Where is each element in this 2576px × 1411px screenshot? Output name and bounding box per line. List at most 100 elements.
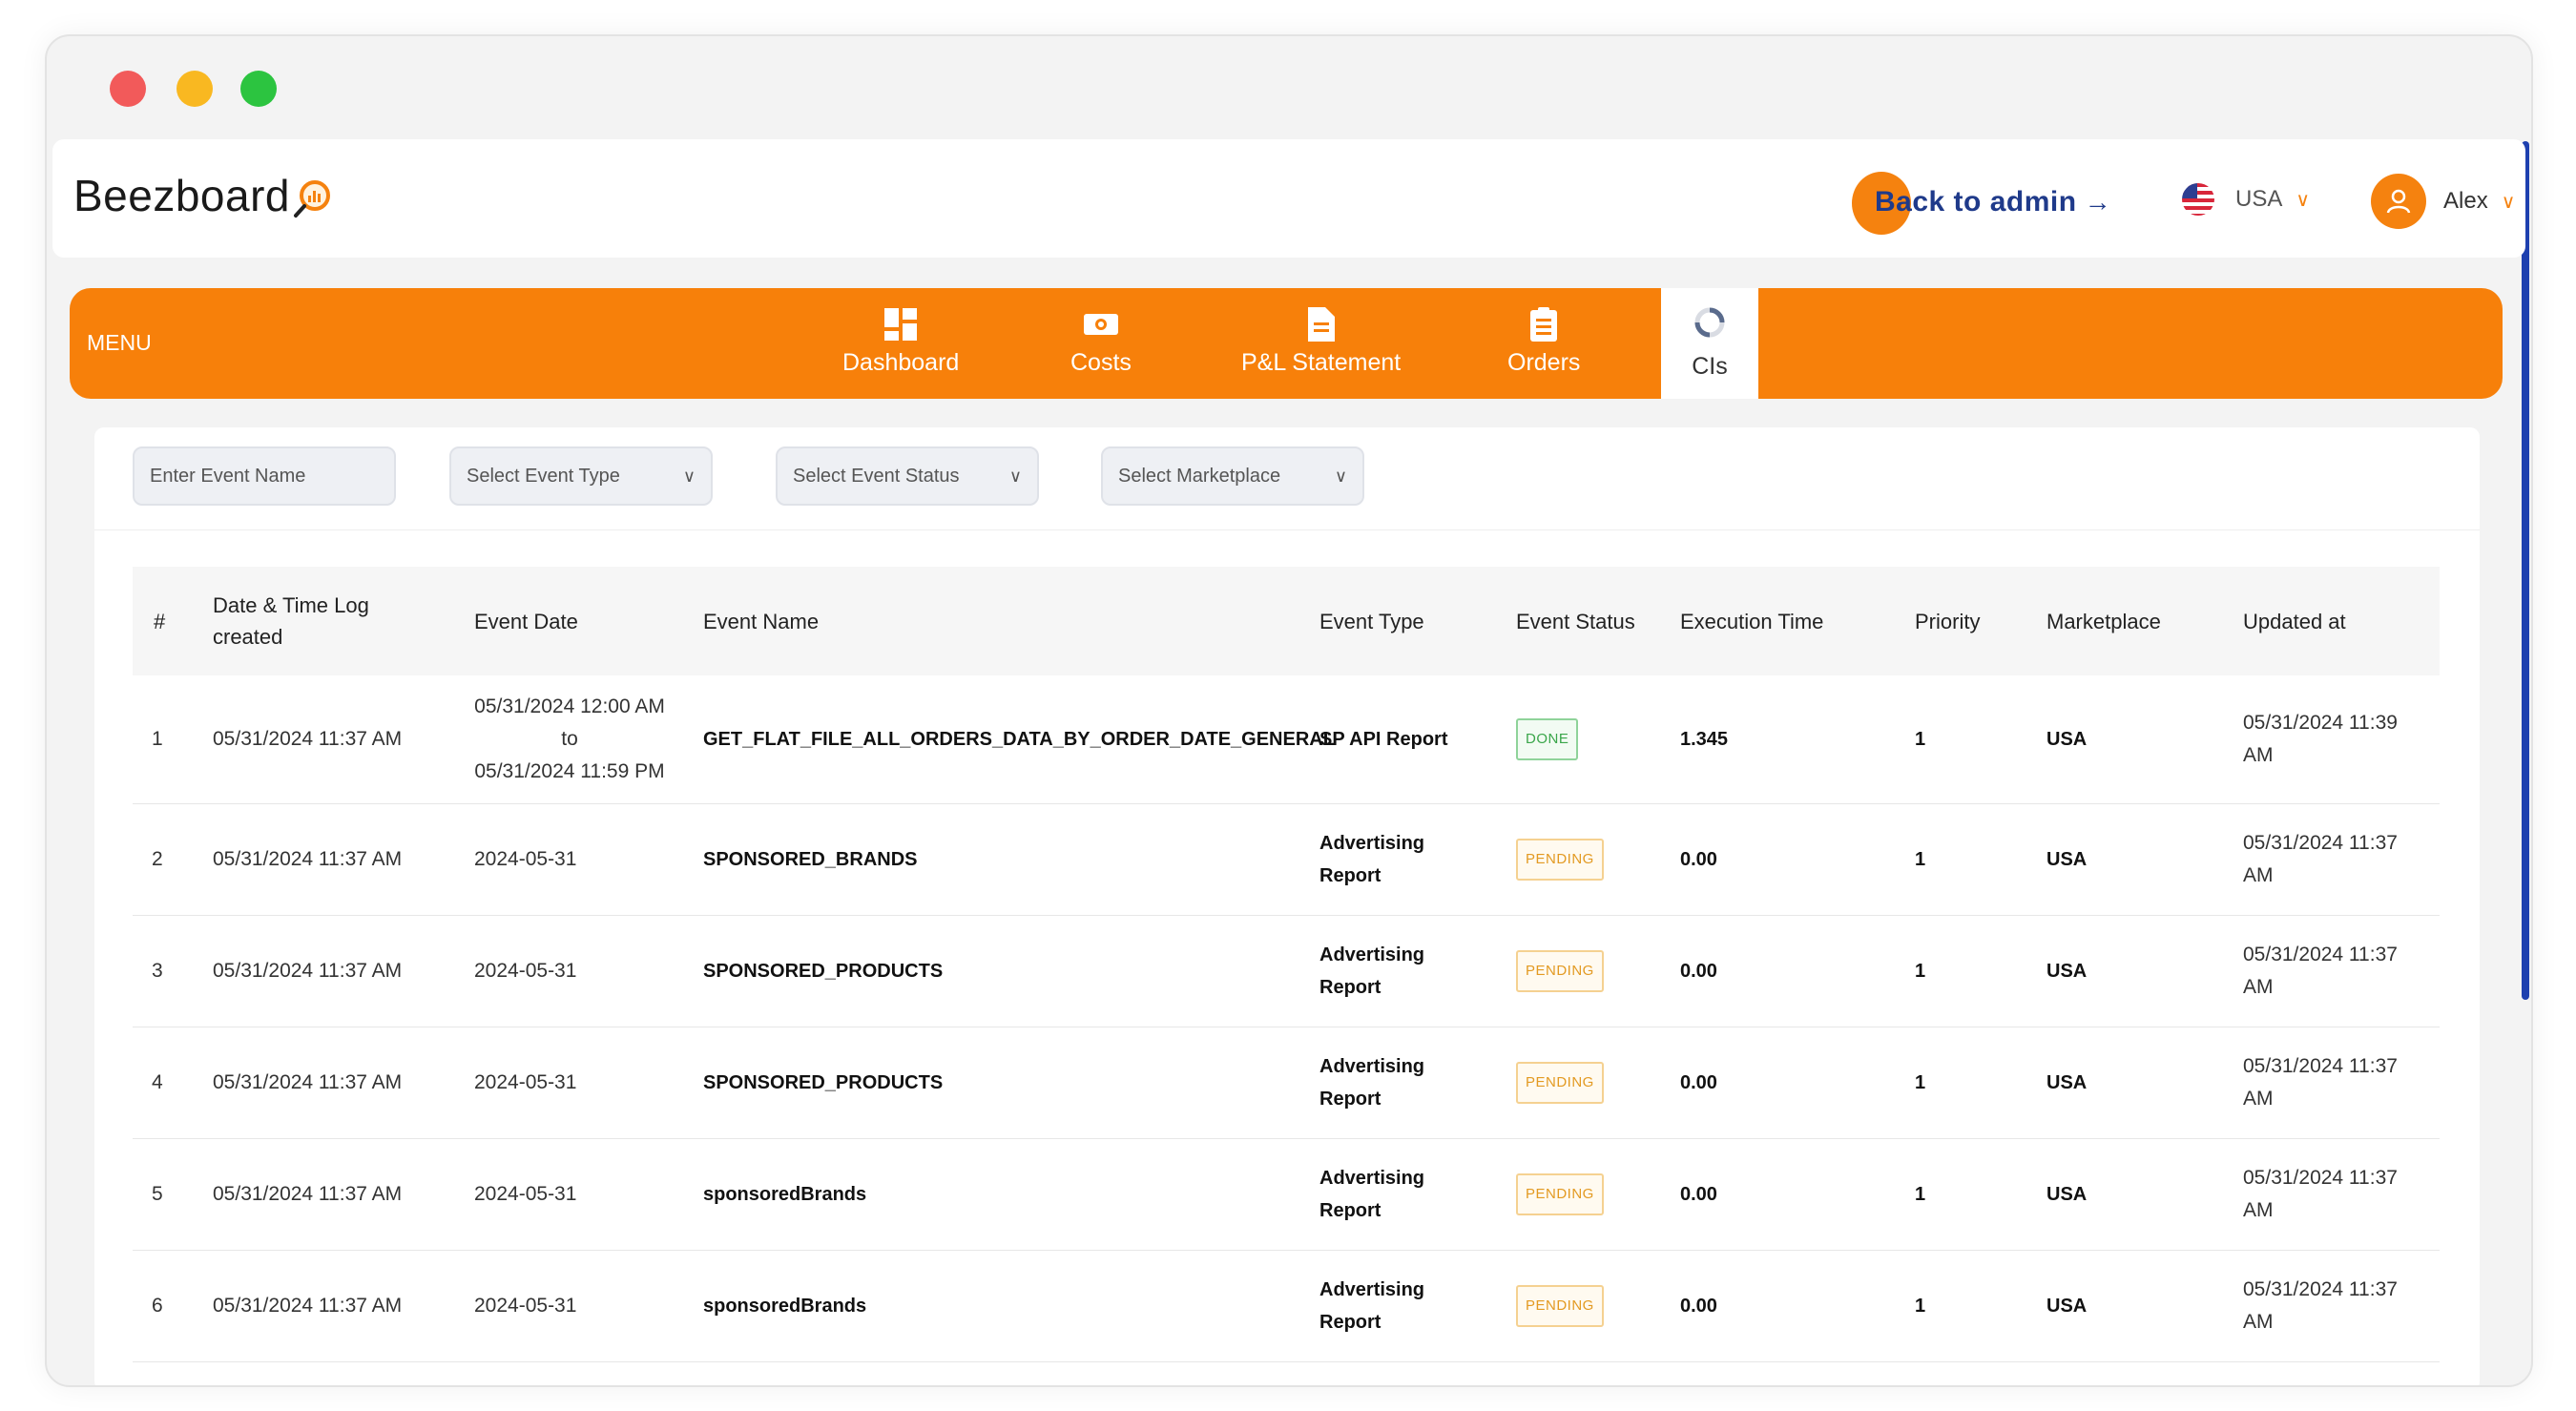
nav-pl-statement[interactable]: P&L Statement	[1241, 305, 1401, 377]
event-type-cell: SP API Report	[1319, 728, 1448, 750]
event-type-cell: Advertising Report	[1300, 915, 1497, 1027]
marketplace-select[interactable]: Select Marketplace ∨	[1101, 446, 1364, 506]
event-name-filter[interactable]	[133, 446, 396, 506]
event-type-cell: Advertising Report	[1300, 1250, 1497, 1361]
events-panel: Select Event Type ∨ Select Event Status …	[94, 427, 2480, 1385]
event-name-input[interactable]	[150, 465, 379, 488]
event-name-cell: SPONSORED_PRODUCTS	[703, 1071, 944, 1093]
nav-costs[interactable]: Costs	[1070, 305, 1132, 377]
event-type-line: Report	[1319, 1088, 1381, 1110]
event-status-cell: PENDING	[1497, 803, 1661, 915]
log-created-cell: 05/31/2024 11:37 AM	[213, 727, 403, 750]
event-type-select[interactable]: Select Event Type ∨	[449, 446, 713, 506]
event-type-line: Advertising	[1319, 1278, 1425, 1300]
updated-at-cell: 05/31/2024 11:39 AM	[2243, 711, 2398, 766]
row-number: 3	[152, 959, 163, 982]
chevron-down-icon: ∨	[2501, 191, 2516, 213]
status-badge: PENDING	[1516, 1061, 1604, 1104]
arrow-right-icon: →	[2084, 187, 2111, 217]
priority-cell: 1	[1915, 960, 1926, 982]
column-header-updated-at[interactable]: Updated at	[2224, 567, 2440, 675]
minimize-window-button[interactable]	[177, 71, 213, 107]
table-row[interactable]: 6 05/31/2024 11:37 AM 2024-05-31 sponsor…	[133, 1250, 2440, 1361]
event-status-cell: DONE	[1497, 675, 1661, 803]
event-date-to: to	[561, 727, 578, 750]
marketplace-select-label: Select Marketplace	[1118, 465, 1281, 487]
execution-time-cell: 0.00	[1680, 960, 1717, 982]
back-to-admin-button[interactable]: Back to admin →	[1852, 172, 2111, 235]
column-header-execution-time[interactable]: Execution Time	[1661, 567, 1896, 675]
marketplace-cell: USA	[2046, 1183, 2088, 1205]
back-to-admin-label: Back to admin	[1875, 186, 2077, 218]
row-number: 6	[152, 1294, 163, 1317]
event-date-cell: 2024-05-31	[474, 959, 577, 982]
column-header-log-created[interactable]: Date & Time Log created	[194, 567, 455, 675]
top-header: Beezboard Back to admin → USA ∨ Alex ∨	[52, 139, 2525, 258]
maximize-window-button[interactable]	[240, 71, 277, 107]
country-selector[interactable]: USA ∨	[2182, 183, 2310, 216]
status-badge: PENDING	[1516, 838, 1604, 881]
app-logo[interactable]: Beezboard	[73, 170, 334, 221]
column-header-event-name[interactable]: Event Name	[684, 567, 1300, 675]
user-menu[interactable]: Alex ∨	[2371, 174, 2515, 229]
column-header-event-date[interactable]: Event Date	[455, 567, 684, 675]
nav-dashboard[interactable]: Dashboard	[842, 305, 959, 377]
priority-cell: 1	[1915, 728, 1926, 750]
execution-time-cell: 0.00	[1680, 1183, 1717, 1205]
table-row[interactable]: 2 05/31/2024 11:37 AM 2024-05-31 SPONSOR…	[133, 803, 2440, 915]
menu-label[interactable]: MENU	[87, 330, 152, 356]
nav-cis[interactable]: CIs	[1661, 288, 1758, 399]
spinner-icon	[1693, 306, 1726, 345]
magnifier-chart-icon	[294, 180, 330, 218]
table-row[interactable]: 1 05/31/2024 11:37 AM 05/31/2024 12:00 A…	[133, 675, 2440, 803]
status-badge: PENDING	[1516, 949, 1604, 992]
table-row[interactable]: 4 05/31/2024 11:37 AM 2024-05-31 SPONSOR…	[133, 1027, 2440, 1138]
logo-text: Beezboard	[73, 171, 290, 220]
event-type-line: Advertising	[1319, 944, 1425, 965]
column-header-event-type[interactable]: Event Type	[1300, 567, 1497, 675]
country-label: USA	[2235, 186, 2283, 212]
event-status-select[interactable]: Select Event Status ∨	[776, 446, 1039, 506]
nav-pl-statement-label: P&L Statement	[1241, 349, 1402, 376]
nav-orders-label: Orders	[1507, 349, 1581, 376]
event-type-cell: Advertising Report	[1300, 1138, 1497, 1250]
priority-cell: 1	[1915, 1295, 1926, 1317]
updated-at-cell: 05/31/2024 11:37 AM	[2243, 1277, 2398, 1333]
execution-time-cell: 1.345	[1680, 728, 1729, 750]
nav-cis-label: CIs	[1692, 353, 1728, 380]
nav-dashboard-label: Dashboard	[842, 349, 960, 376]
priority-cell: 1	[1915, 1183, 1926, 1205]
close-window-button[interactable]	[110, 71, 146, 107]
status-badge: PENDING	[1516, 1172, 1604, 1215]
event-type-cell: Advertising Report	[1300, 803, 1497, 915]
event-type-line: Report	[1319, 976, 1381, 998]
event-status-cell: PENDING	[1497, 915, 1661, 1027]
updated-at-cell: 05/31/2024 11:37 AM	[2243, 831, 2398, 886]
execution-time-cell: 0.00	[1680, 1295, 1717, 1317]
event-date-start: 05/31/2024 12:00 AM	[474, 695, 665, 717]
marketplace-cell: USA	[2046, 848, 2088, 870]
event-type-line: Report	[1319, 864, 1381, 886]
event-status-cell: PENDING	[1497, 1250, 1661, 1361]
marketplace-cell: USA	[2046, 960, 2088, 982]
event-name-cell: SPONSORED_PRODUCTS	[703, 960, 944, 982]
table-row[interactable]: 5 05/31/2024 11:37 AM 2024-05-31 sponsor…	[133, 1138, 2440, 1250]
document-icon	[1307, 305, 1335, 343]
table-row[interactable]: 3 05/31/2024 11:37 AM 2024-05-31 SPONSOR…	[133, 915, 2440, 1027]
column-header-marketplace[interactable]: Marketplace	[2027, 567, 2224, 675]
nav-costs-label: Costs	[1070, 349, 1132, 376]
marketplace-cell: USA	[2046, 728, 2088, 750]
app-window: Beezboard Back to admin → USA ∨ Alex ∨ M…	[45, 34, 2533, 1387]
log-created-cell: 05/31/2024 11:37 AM	[213, 959, 403, 982]
scrollbar[interactable]	[2522, 141, 2529, 1000]
marketplace-cell: USA	[2046, 1295, 2088, 1317]
event-type-cell: Advertising Report	[1300, 1027, 1497, 1138]
event-status-select-label: Select Event Status	[793, 465, 960, 487]
chevron-down-icon: ∨	[1334, 466, 1347, 486]
column-header-priority[interactable]: Priority	[1896, 567, 2027, 675]
event-date-cell: 05/31/2024 12:00 AM to 05/31/2024 11:59 …	[455, 675, 684, 803]
event-type-line: Advertising	[1319, 1055, 1425, 1077]
nav-orders[interactable]: Orders	[1507, 305, 1580, 377]
updated-at-cell: 05/31/2024 11:37 AM	[2243, 943, 2398, 998]
column-header-event-status[interactable]: Event Status	[1497, 567, 1661, 675]
